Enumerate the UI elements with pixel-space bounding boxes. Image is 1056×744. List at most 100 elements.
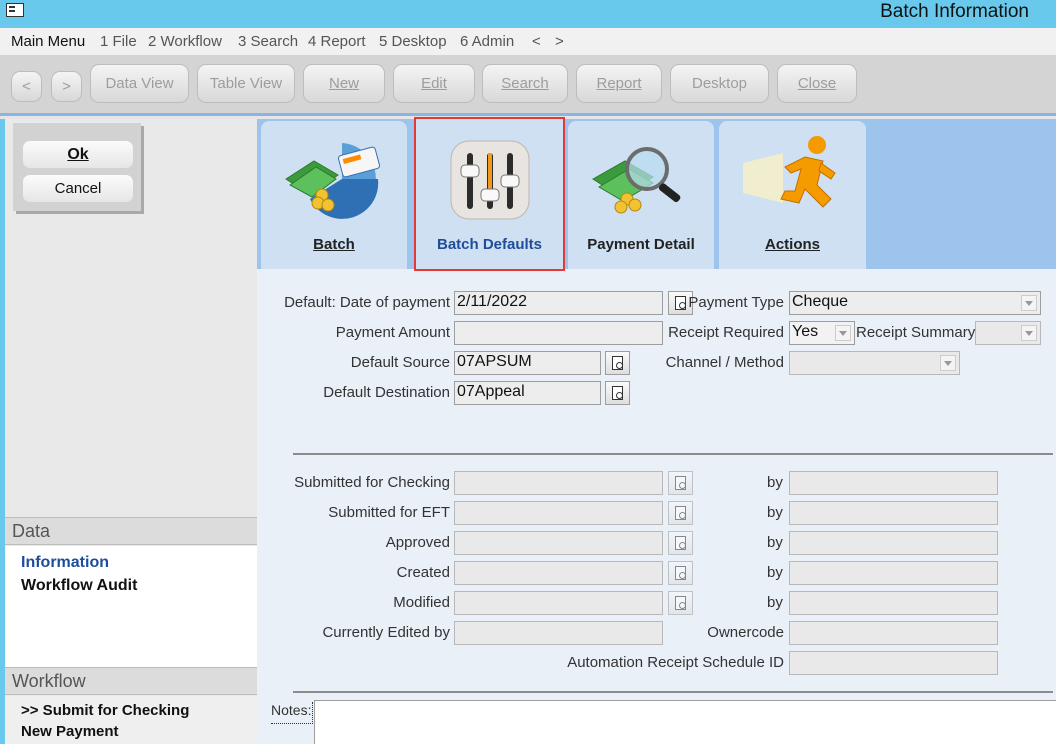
calendar-icon [675,506,686,520]
tab-strip: Batch Batch Defaults Payment Detail Acti… [257,117,1056,271]
close-button[interactable]: Close [777,64,857,103]
report-button[interactable]: Report [576,64,662,103]
tab-actions-text: Actions [764,236,820,253]
receipt-required-select[interactable]: Yes [789,321,855,345]
default-destination-field[interactable]: 07Appeal [454,381,601,405]
lookup-icon [612,356,623,370]
data-item-workflow-audit[interactable]: Workflow Audit [21,577,137,595]
notes-textarea[interactable] [314,700,1056,744]
date-of-payment-label: Default: Date of payment [284,294,450,311]
submitted-for-eft-picker [668,501,693,525]
channel-method-select[interactable] [789,351,960,375]
desktop-button[interactable]: Desktop [670,64,769,103]
tab-batch-text: Batch [313,236,355,253]
modified-field [454,591,663,615]
by-label: by [767,594,783,611]
workflow-section-list: >> Submit for Checking New Payment [5,696,257,744]
chevron-down-icon [1021,325,1037,341]
calendar-icon [675,566,686,580]
menu-file[interactable]: 1 File [100,33,137,50]
lookup-icon [612,386,623,400]
by-label: by [767,564,783,581]
tab-payment-detail-label: Payment Detail [587,236,695,253]
ok-button[interactable]: Ok [23,141,133,168]
tab-actions[interactable]: Actions [719,121,866,269]
submitted-for-checking-field [454,471,663,495]
search-button[interactable]: Search [482,64,568,103]
default-destination-label: Default Destination [323,384,450,401]
by-label: by [767,534,783,551]
payment-amount-label: Payment Amount [335,324,450,341]
default-destination-lookup-button[interactable] [605,381,630,405]
workflow-item-new-payment[interactable]: New Payment [21,723,119,740]
submitted-for-checking-by-field [789,471,998,495]
menu-scroll-right[interactable]: > [555,33,564,50]
tab-batch[interactable]: Batch [261,121,407,269]
approved-picker [668,531,693,555]
cancel-button[interactable]: Cancel [23,175,133,202]
chevron-down-icon [940,355,956,371]
created-label: Created [396,564,450,581]
money-chart-icon [285,143,381,219]
window-menu-icon[interactable] [6,3,24,17]
channel-method-label: Channel / Method [665,354,784,371]
left-pane: Ok Cancel Data Information Workflow Audi… [0,119,257,744]
menu-main[interactable]: Main Menu [11,33,85,50]
calendar-icon [675,296,686,310]
payment-type-value: Cheque [792,293,849,310]
new-button[interactable]: New [303,64,385,103]
menu-workflow[interactable]: 2 Workflow [148,33,222,50]
workflow-item-submit[interactable]: >> Submit for Checking [21,702,189,719]
default-source-field[interactable]: 07APSUM [454,351,601,375]
divider [293,453,1053,455]
tab-batch-defaults[interactable]: Batch Defaults [414,117,565,271]
default-source-lookup-button[interactable] [605,351,630,375]
tab-batch-label: Batch [261,236,407,253]
submitted-for-eft-field [454,501,663,525]
data-view-button[interactable]: Data View [90,64,189,103]
menu-search[interactable]: 3 Search [238,33,298,50]
default-source-label: Default Source [350,354,450,371]
currently-edited-by-field [454,621,663,645]
created-field [454,561,663,585]
divider [293,691,1053,693]
automation-receipt-schedule-id-field [789,651,998,675]
menu-admin[interactable]: 6 Admin [460,33,514,50]
data-section-list: Information Workflow Audit [5,546,257,667]
by-label: by [767,504,783,521]
payment-amount-field[interactable] [454,321,663,345]
menu-bar: Main Menu 1 File 2 Workflow 3 Search 4 R… [0,28,1056,55]
edit-button[interactable]: Edit [393,64,475,103]
receipt-summary-label: Receipt Summary [856,324,976,341]
payment-type-select[interactable]: Cheque [789,291,1041,315]
approved-label: Approved [385,534,450,551]
chevron-down-icon [1021,295,1037,311]
modified-by-field [789,591,998,615]
tab-payment-detail[interactable]: Payment Detail [568,121,714,269]
date-of-payment-field[interactable]: 2/11/2022 [454,291,663,315]
menu-desktop[interactable]: 5 Desktop [379,33,447,50]
money-magnifier-icon [592,147,681,214]
modified-label: Modified [393,594,450,611]
toolbar: < > Data View Table View New Edit Search… [0,55,1056,116]
receipt-summary-select[interactable] [975,321,1041,345]
chevron-down-icon [835,325,851,341]
menu-scroll-left[interactable]: < [532,33,541,50]
tab-batch-defaults-label: Batch Defaults [436,236,543,253]
automation-receipt-schedule-id-label: Automation Receipt Schedule ID [567,654,784,671]
action-panel: Ok Cancel [13,123,141,211]
by-label: by [767,474,783,491]
approved-by-field [789,531,998,555]
modified-picker [668,591,693,615]
notes-label: Notes: [271,702,314,724]
submitted-for-checking-label: Submitted for Checking [294,474,450,491]
back-button[interactable]: < [11,71,42,102]
table-view-button[interactable]: Table View [197,64,295,103]
forward-button[interactable]: > [51,71,82,102]
receipt-required-value: Yes [792,323,819,340]
running-man-icon [742,136,836,208]
window-title: Batch Information [880,1,1029,22]
created-by-field [789,561,998,585]
menu-report[interactable]: 4 Report [308,33,366,50]
data-item-information[interactable]: Information [21,554,109,572]
